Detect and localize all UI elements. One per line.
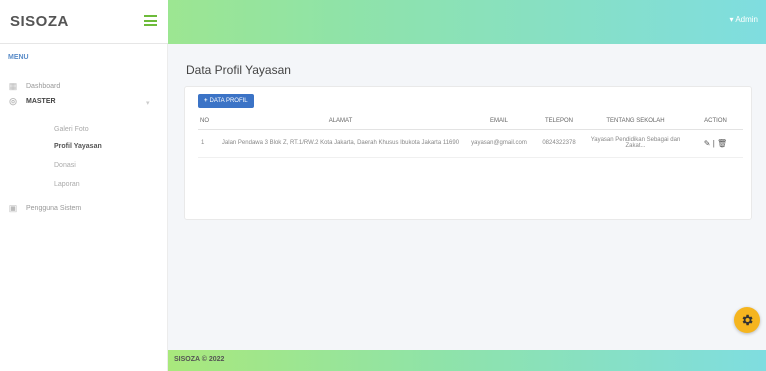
cell-tentang: Yayasan Pendidikan Sebagai dan Zakat... [583,129,688,158]
delete-trash-icon[interactable]: 🗑 [717,139,727,148]
add-profile-button[interactable]: + DATA PROFIL [198,94,254,108]
column-header-no: NO [198,114,218,130]
page-title: Data Profil Yayasan [186,63,291,77]
main-content: Data Profil Yayasan + DATA PROFIL NO ALAM… [168,44,766,350]
dashboard-icon: ▦ [8,81,18,91]
footer: SISOZA © 2022 [168,350,766,371]
user-menu[interactable]: ▾ Admin [730,15,758,24]
sidebar-item-label: Pengguna Sistem [26,204,82,212]
chevron-down-icon: ▾ [146,100,150,107]
table-header-row: NO ALAMAT EMAIL TELEPON TENTANG SEKOLAH … [198,114,743,130]
column-header-email: EMAIL [463,114,535,130]
settings-fab-button[interactable] [734,307,760,333]
profile-table: NO ALAMAT EMAIL TELEPON TENTANG SEKOLAH … [198,114,743,158]
cell-telepon: 0824322378 [535,129,583,158]
cell-action: ✎ | 🗑 [688,129,743,158]
profile-card: + DATA PROFIL NO ALAMAT EMAIL TELEPON TEN… [184,86,752,220]
hamburger-menu-icon[interactable] [144,15,157,26]
menu-header: MENU [8,54,29,61]
sidebar-subitem-laporan[interactable]: Laporan [54,181,80,188]
users-icon: ▣ [8,203,18,213]
column-header-telepon: TELEPON [535,114,583,130]
master-icon: ◎ [9,96,17,106]
cell-no: 1 [198,129,218,158]
column-header-action: ACTION [688,114,743,130]
sidebar-subitem-galeri-foto[interactable]: Galeri Foto [54,126,89,133]
sidebar: MENU ▦ Dashboard ◎ MASTER ▾ Galeri Foto … [0,44,168,371]
cell-email: yayasan@gmail.com [463,129,535,158]
cell-alamat: Jalan Pendawa 3 Blok Z, RT.1/RW.2 Kota J… [218,129,463,158]
footer-copyright: SISOZA © 2022 [174,356,225,363]
sidebar-item-dashboard[interactable]: ▦ Dashboard [8,81,61,91]
table-row: 1 Jalan Pendawa 3 Blok Z, RT.1/RW.2 Kota… [198,129,743,158]
add-profile-label: DATA PROFIL [209,98,248,104]
top-navbar: SISOZA ▾ Admin [0,0,766,44]
column-header-alamat: ALAMAT [218,114,463,130]
sidebar-item-label: MASTER [26,97,56,105]
sidebar-item-pengguna-sistem[interactable]: ▣ Pengguna Sistem [8,203,82,213]
brand-area: SISOZA [0,0,168,44]
brand-logo[interactable]: SISOZA [10,13,69,30]
column-header-tentang: TENTANG SEKOLAH [583,114,688,130]
sidebar-subitem-profil-yayasan[interactable]: Profil Yayasan [54,143,102,150]
plus-icon: + [204,98,208,104]
sidebar-item-label: Dashboard [26,82,61,90]
gear-icon [742,314,753,326]
sidebar-item-master[interactable]: ◎ MASTER [8,96,56,106]
sidebar-subitem-donasi[interactable]: Donasi [54,162,76,169]
user-name: Admin [735,15,758,24]
edit-pencil-icon[interactable]: ✎ [704,139,711,148]
